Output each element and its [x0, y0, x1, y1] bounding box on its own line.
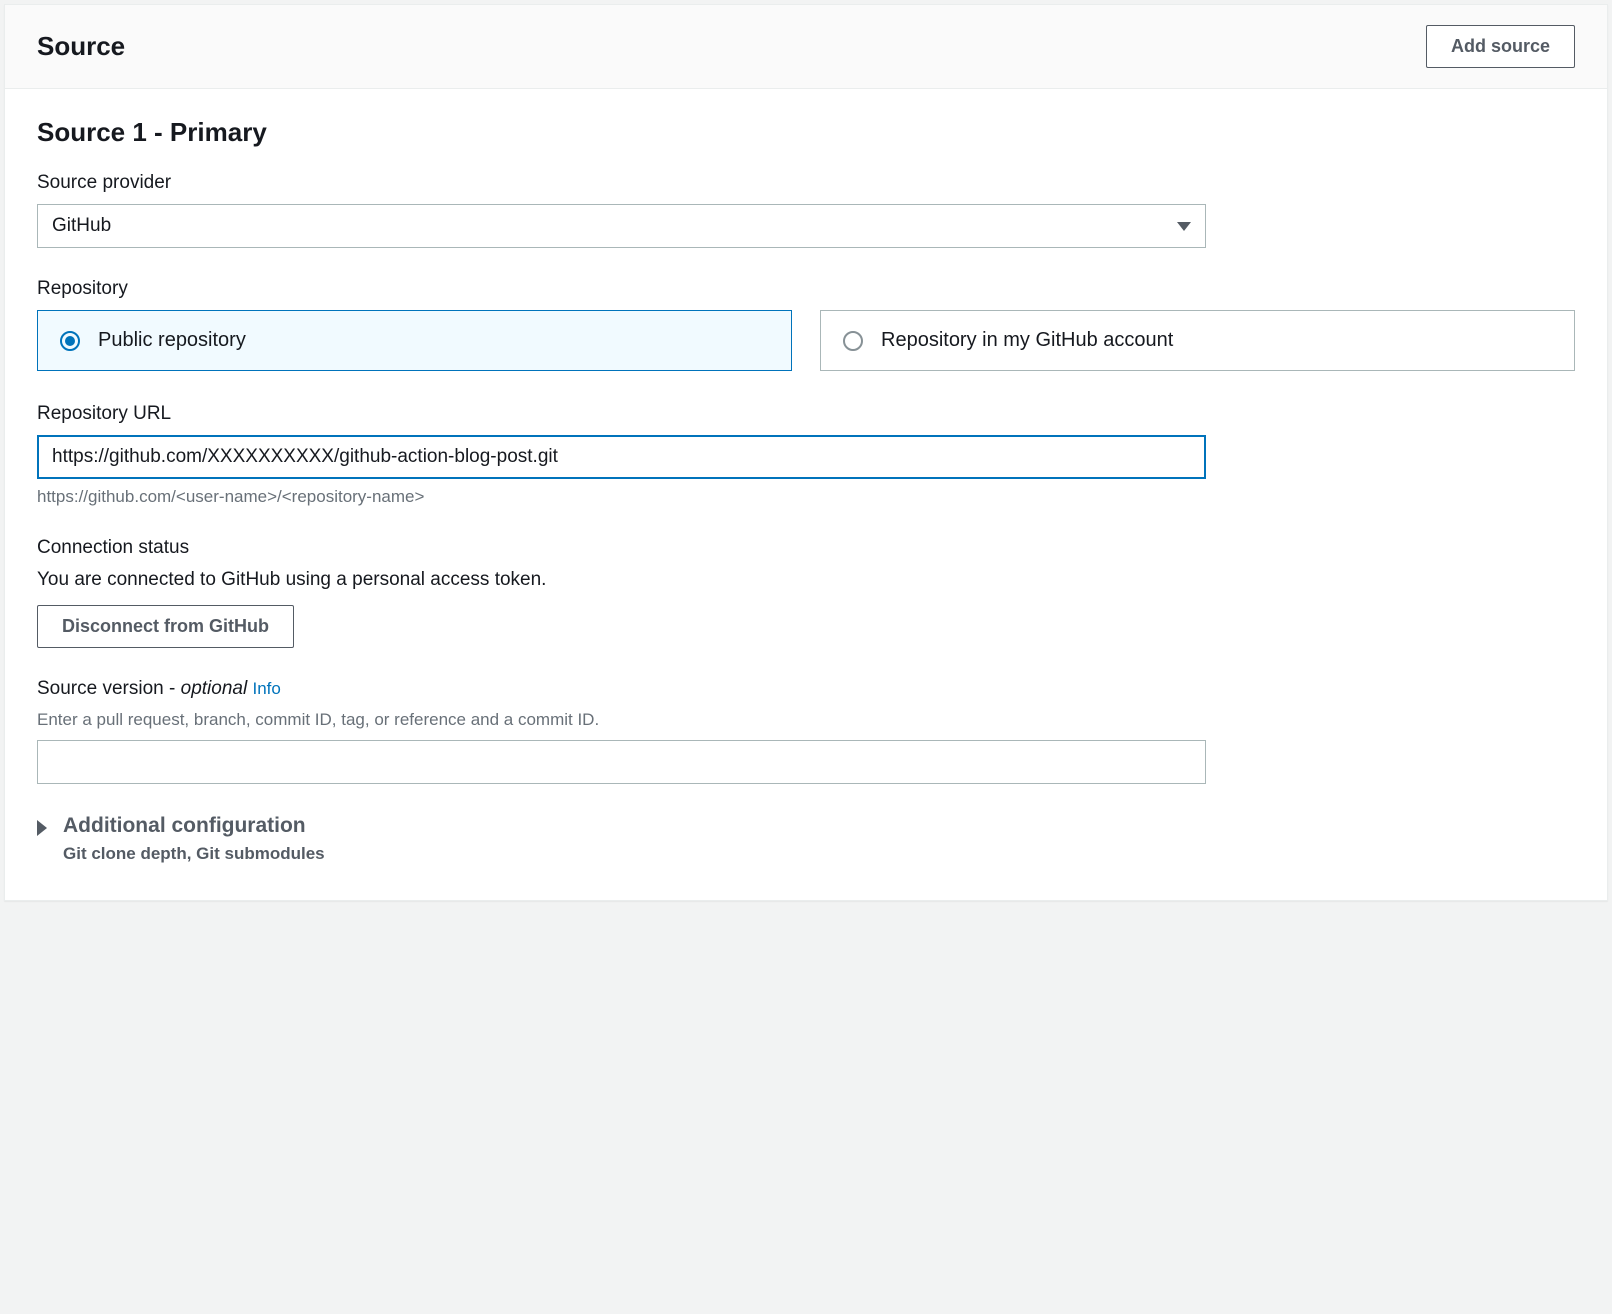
- caret-right-icon: [37, 820, 47, 836]
- radio-public-repository[interactable]: Public repository: [37, 310, 792, 371]
- source-provider-field: Source provider GitHub Repository Public…: [37, 172, 1575, 507]
- source1-heading: Source 1 - Primary: [37, 117, 1575, 148]
- disconnect-github-button[interactable]: Disconnect from GitHub: [37, 605, 294, 648]
- source-provider-select[interactable]: GitHub: [37, 204, 1206, 248]
- source-version-info-link[interactable]: Info: [252, 679, 280, 698]
- connection-status-label: Connection status: [37, 537, 1575, 559]
- source-version-input[interactable]: [37, 740, 1206, 784]
- additional-configuration-expander[interactable]: Additional configuration Git clone depth…: [37, 814, 1575, 864]
- radio-account-label: Repository in my GitHub account: [881, 329, 1173, 352]
- repository-url-hint: https://github.com/<user-name>/<reposito…: [37, 487, 1575, 507]
- panel-body: Source 1 - Primary Source provider GitHu…: [5, 89, 1607, 900]
- repository-url-label: Repository URL: [37, 403, 1575, 425]
- radio-github-account-repository[interactable]: Repository in my GitHub account: [820, 310, 1575, 371]
- radio-icon: [60, 331, 80, 351]
- source-version-label: Source version - optional Info: [37, 678, 1575, 700]
- additional-configuration-title: Additional configuration: [63, 814, 325, 838]
- source-provider-value: GitHub: [52, 215, 111, 237]
- connection-status-text: You are connected to GitHub using a pers…: [37, 569, 1575, 591]
- repository-label: Repository: [37, 278, 1575, 300]
- caret-down-icon: [1177, 222, 1191, 231]
- additional-configuration-subtitle: Git clone depth, Git submodules: [63, 844, 325, 864]
- radio-public-label: Public repository: [98, 329, 246, 352]
- source-panel: Source Add source Source 1 - Primary Sou…: [4, 4, 1608, 901]
- panel-header: Source Add source: [5, 5, 1607, 89]
- repository-radio-group: Public repository Repository in my GitHu…: [37, 310, 1575, 371]
- radio-icon: [843, 331, 863, 351]
- panel-title: Source: [37, 31, 125, 62]
- connection-status-field: Connection status You are connected to G…: [37, 537, 1575, 648]
- source-version-field: Source version - optional Info Enter a p…: [37, 678, 1575, 784]
- repository-url-input[interactable]: [37, 435, 1206, 479]
- source-version-hint: Enter a pull request, branch, commit ID,…: [37, 710, 1575, 730]
- source-provider-label: Source provider: [37, 172, 1575, 194]
- add-source-button[interactable]: Add source: [1426, 25, 1575, 68]
- source-provider-select-wrapper: GitHub: [37, 204, 1206, 248]
